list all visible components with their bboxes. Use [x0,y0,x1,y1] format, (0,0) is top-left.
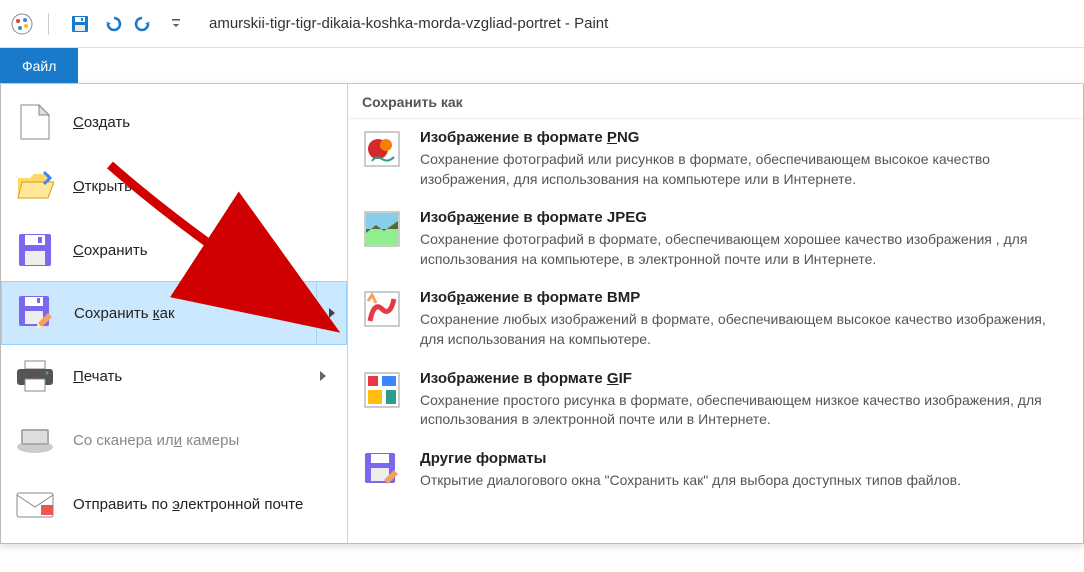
format-desc: Сохранение любых изображений в формате, … [420,310,1069,349]
gif-icon [362,370,402,410]
format-title: Изображение в формате PNG [420,129,1069,146]
floppy-icon [71,15,89,33]
ribbon-tabs: Файл [0,48,1084,84]
submenu-arrow-icon [316,282,346,344]
menu-label: Сохранить [73,242,333,259]
file-menu-panel: Создать Открыть Сохранить [0,84,1084,544]
save-as-gif[interactable]: Изображение в формате GIF Сохранение про… [348,360,1083,440]
format-text: Изображение в формате GIF Сохранение про… [420,370,1069,430]
quick-access-toolbar [67,11,189,37]
undo-button[interactable] [99,11,125,37]
printer-icon [15,356,55,396]
floppy-icon [15,230,55,270]
floppy-pencil-icon [16,293,56,333]
png-icon [362,129,402,169]
submenu-header: Сохранить как [348,84,1083,119]
undo-icon [102,14,122,34]
format-title: Изображение в формате JPEG [420,209,1069,226]
format-desc: Сохранение фотографий в формате, обеспеч… [420,230,1069,269]
file-menu-scanner: Со сканера или камеры [1,408,347,472]
format-desc: Открытие диалогового окна "Сохранить как… [420,471,1069,491]
save-button[interactable] [67,11,93,37]
format-text: Изображение в формате JPEG Сохранение фо… [420,209,1069,269]
bmp-icon [362,289,402,329]
new-document-icon [15,102,55,142]
format-title: Другие форматы [420,450,1069,467]
format-text: Изображение в формате BMP Сохранение люб… [420,289,1069,349]
save-as-bmp[interactable]: Изображение в формате BMP Сохранение люб… [348,279,1083,359]
format-text: Другие форматы Открытие диалогового окна… [420,450,1069,491]
file-menu-open[interactable]: Открыть [1,154,347,218]
file-menu-email[interactable]: Отправить по электронной почте [1,472,347,536]
tab-file[interactable]: Файл [0,48,78,83]
folder-open-icon [15,166,55,206]
jpeg-icon [362,209,402,249]
scanner-icon [15,420,55,460]
dropdown-icon [171,16,181,32]
file-menu-list: Создать Открыть Сохранить [1,84,348,543]
menu-label: Отправить по электронной почте [73,496,333,513]
customize-qat-button[interactable] [163,11,189,37]
format-title: Изображение в формате GIF [420,370,1069,387]
format-desc: Сохранение фотографий или рисунков в фор… [420,150,1069,189]
paint-logo-icon [8,10,36,38]
save-as-jpeg[interactable]: Изображение в формате JPEG Сохранение фо… [348,199,1083,279]
format-text: Изображение в формате PNG Сохранение фот… [420,129,1069,189]
separator [48,13,49,35]
envelope-icon [15,484,55,524]
save-as-other[interactable]: Другие форматы Открытие диалогового окна… [348,440,1083,501]
menu-label: Со сканера или камеры [73,432,333,449]
redo-icon [134,14,154,34]
menu-label: Создать [73,114,333,131]
file-menu-save-as[interactable]: Сохранить как [1,281,347,345]
other-formats-icon [362,450,402,490]
menu-label: Сохранить как [74,305,298,322]
save-as-png[interactable]: Изображение в формате PNG Сохранение фот… [348,119,1083,199]
file-menu-save[interactable]: Сохранить [1,218,347,282]
menu-label: Открыть [73,178,333,195]
title-bar: amurskii-tigr-tigr-dikaia-koshka-morda-v… [0,0,1084,48]
file-menu-new[interactable]: Создать [1,90,347,154]
redo-button[interactable] [131,11,157,37]
format-title: Изображение в формате BMP [420,289,1069,306]
menu-label: Печать [73,368,301,385]
file-menu-print[interactable]: Печать [1,344,347,408]
format-desc: Сохранение простого рисунка в формате, о… [420,391,1069,430]
chevron-right-icon [319,370,327,382]
window-title: amurskii-tigr-tigr-dikaia-koshka-morda-v… [209,15,608,32]
save-as-submenu: Сохранить как Изображение в формате PNG … [348,84,1083,543]
